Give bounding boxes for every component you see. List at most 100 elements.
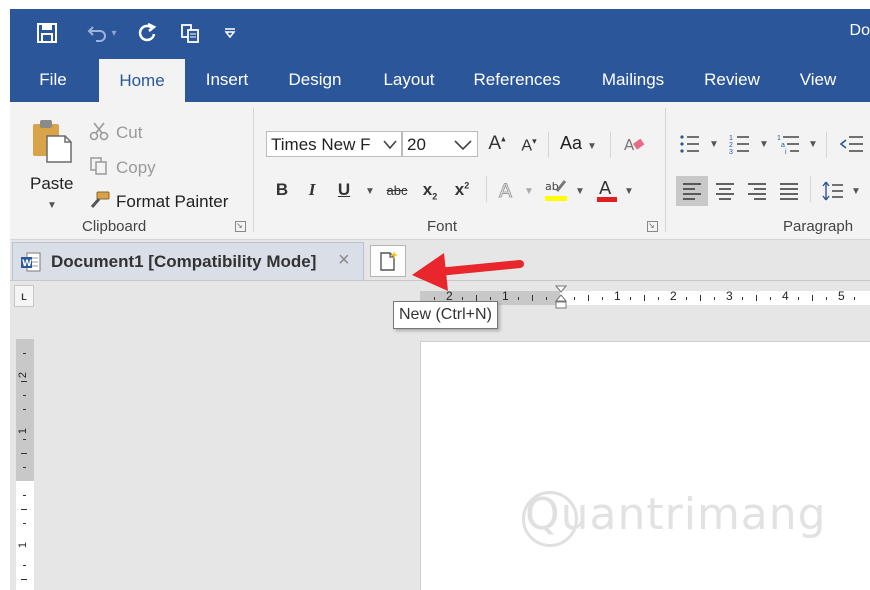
svg-text:2: 2	[729, 142, 733, 149]
change-case-dropdown-icon[interactable]: ▼	[587, 141, 597, 152]
change-case-label: Aa	[560, 133, 583, 153]
strikethrough-button[interactable]: abc	[383, 183, 411, 198]
group-separator-2	[665, 108, 666, 232]
format-painter-button[interactable]: Format Painter	[116, 192, 228, 212]
title-bar: ▾ Do	[10, 9, 870, 57]
svg-text:A: A	[599, 178, 612, 199]
ribbon-home: Paste ▼ Cut Copy Format Painter Clipboar…	[10, 102, 870, 240]
svg-text:3: 3	[729, 149, 733, 155]
multilevel-dropdown-icon[interactable]: ▼	[808, 139, 818, 150]
line-spacing-dropdown-icon[interactable]: ▼	[851, 186, 861, 197]
underline-button[interactable]: U	[334, 180, 354, 200]
underline-dropdown-icon[interactable]: ▼	[365, 186, 375, 197]
ribbon-tabs: File Home Insert Design Layout Reference…	[10, 57, 870, 102]
shrink-font-icon[interactable]: A▾	[518, 136, 540, 155]
save-icon[interactable]	[32, 17, 62, 49]
numbering-dropdown-icon[interactable]: ▼	[759, 139, 769, 150]
grow-font-icon[interactable]: A▴	[486, 133, 508, 155]
bold-button[interactable]: B	[272, 180, 292, 200]
align-right-icon[interactable]	[744, 178, 770, 204]
clipboard-group-label: Clipboard	[82, 218, 147, 235]
document-tab-label: Document1 [Compatibility Mode]	[51, 252, 317, 271]
tab-review[interactable]: Review	[694, 57, 770, 102]
paste-label[interactable]: Paste	[30, 174, 73, 194]
new-document-icon	[377, 250, 399, 272]
format-painter-icon[interactable]	[88, 189, 112, 211]
vertical-ruler[interactable]: 2 1 1	[16, 339, 34, 590]
tab-layout[interactable]: Layout	[372, 57, 446, 102]
ruler-number: 1	[17, 427, 30, 435]
font-color-dropdown-icon[interactable]: ▼	[624, 186, 634, 197]
clipboard-launcher-icon[interactable]: ↘	[235, 221, 246, 232]
tab-mailings[interactable]: Mailings	[590, 57, 676, 102]
tab-file[interactable]: File	[28, 57, 78, 102]
svg-text:A: A	[624, 136, 635, 154]
paragraph-separator-2	[810, 176, 811, 202]
redo-icon[interactable]	[132, 17, 162, 49]
decrease-indent-icon[interactable]	[838, 132, 864, 156]
tab-home[interactable]: Home	[99, 59, 185, 102]
numbering-icon[interactable]: 123	[728, 132, 752, 156]
align-center-icon[interactable]	[712, 178, 738, 204]
font-separator-3	[486, 176, 487, 202]
customize-qat-icon[interactable]	[218, 17, 242, 49]
multilevel-list-icon[interactable]: 1ai	[776, 132, 802, 156]
change-case-button[interactable]: Aa ▼	[560, 133, 597, 154]
font-size-dropdown-icon[interactable]	[452, 132, 474, 156]
cut-button[interactable]: Cut	[116, 123, 142, 143]
font-group-label: Font	[427, 218, 458, 235]
superscript-label: x	[454, 180, 465, 199]
tab-selector[interactable]: L	[14, 285, 34, 307]
subscript-button[interactable]: x2	[418, 180, 442, 201]
ruler-number: 2	[17, 371, 30, 379]
tab-view[interactable]: View	[788, 57, 848, 102]
bullets-dropdown-icon[interactable]: ▼	[709, 139, 719, 150]
highlight-dropdown-icon[interactable]: ▼	[575, 186, 585, 197]
justify-icon[interactable]	[776, 178, 802, 204]
copy-button[interactable]: Copy	[116, 158, 156, 178]
document-tab[interactable]: W Document1 [Compatibility Mode] ×	[12, 242, 364, 280]
svg-text:a: a	[781, 142, 785, 149]
close-tab-icon[interactable]: ×	[338, 249, 350, 272]
bullets-icon[interactable]	[678, 132, 702, 156]
cut-icon[interactable]	[88, 120, 110, 142]
copy-icon[interactable]	[88, 155, 110, 177]
line-spacing-icon[interactable]	[820, 178, 846, 204]
svg-text:W: W	[22, 259, 32, 269]
subscript-label: x	[422, 180, 433, 199]
font-launcher-icon[interactable]: ↘	[647, 221, 658, 232]
paragraph-separator	[826, 132, 827, 158]
font-size-combo[interactable]: 20	[402, 131, 478, 157]
svg-text:ab: ab	[545, 180, 559, 193]
paste-icon[interactable]	[30, 118, 74, 164]
svg-text:1: 1	[777, 135, 781, 142]
format-copy-icon[interactable]	[174, 17, 206, 49]
paragraph-group-label: Paragraph	[783, 218, 854, 235]
font-separator	[548, 132, 549, 158]
watermark-text: Quantrimang	[525, 489, 827, 540]
font-name-dropdown-icon[interactable]	[382, 132, 398, 156]
red-arrow-annotation-icon	[412, 253, 524, 291]
paste-dropdown-icon[interactable]: ▼	[47, 200, 57, 211]
superscript-button[interactable]: x2	[450, 180, 474, 200]
svg-text:1: 1	[729, 135, 733, 142]
text-effects-dropdown-icon[interactable]: ▼	[524, 186, 534, 197]
font-color-icon[interactable]: A	[594, 176, 620, 204]
undo-icon[interactable]: ▾	[80, 17, 124, 49]
document-page[interactable]	[420, 341, 870, 590]
new-document-tooltip: New (Ctrl+N)	[393, 301, 498, 329]
window-title: Do	[849, 22, 870, 39]
tab-references[interactable]: References	[465, 57, 569, 102]
tab-insert[interactable]: Insert	[196, 57, 258, 102]
svg-text:i: i	[785, 149, 787, 155]
tab-design[interactable]: Design	[278, 57, 352, 102]
clear-formatting-icon[interactable]: A	[622, 132, 646, 156]
italic-button[interactable]: I	[304, 180, 320, 200]
text-effects-icon[interactable]: A	[496, 178, 520, 202]
font-name-combo[interactable]: Times New F	[266, 131, 402, 157]
new-document-tab-button[interactable]	[370, 245, 406, 277]
watermark-label: uantrimang	[560, 489, 827, 540]
ruler-number: 1	[17, 541, 30, 549]
highlight-icon[interactable]: ab	[542, 176, 570, 204]
align-left-icon[interactable]	[676, 176, 708, 206]
